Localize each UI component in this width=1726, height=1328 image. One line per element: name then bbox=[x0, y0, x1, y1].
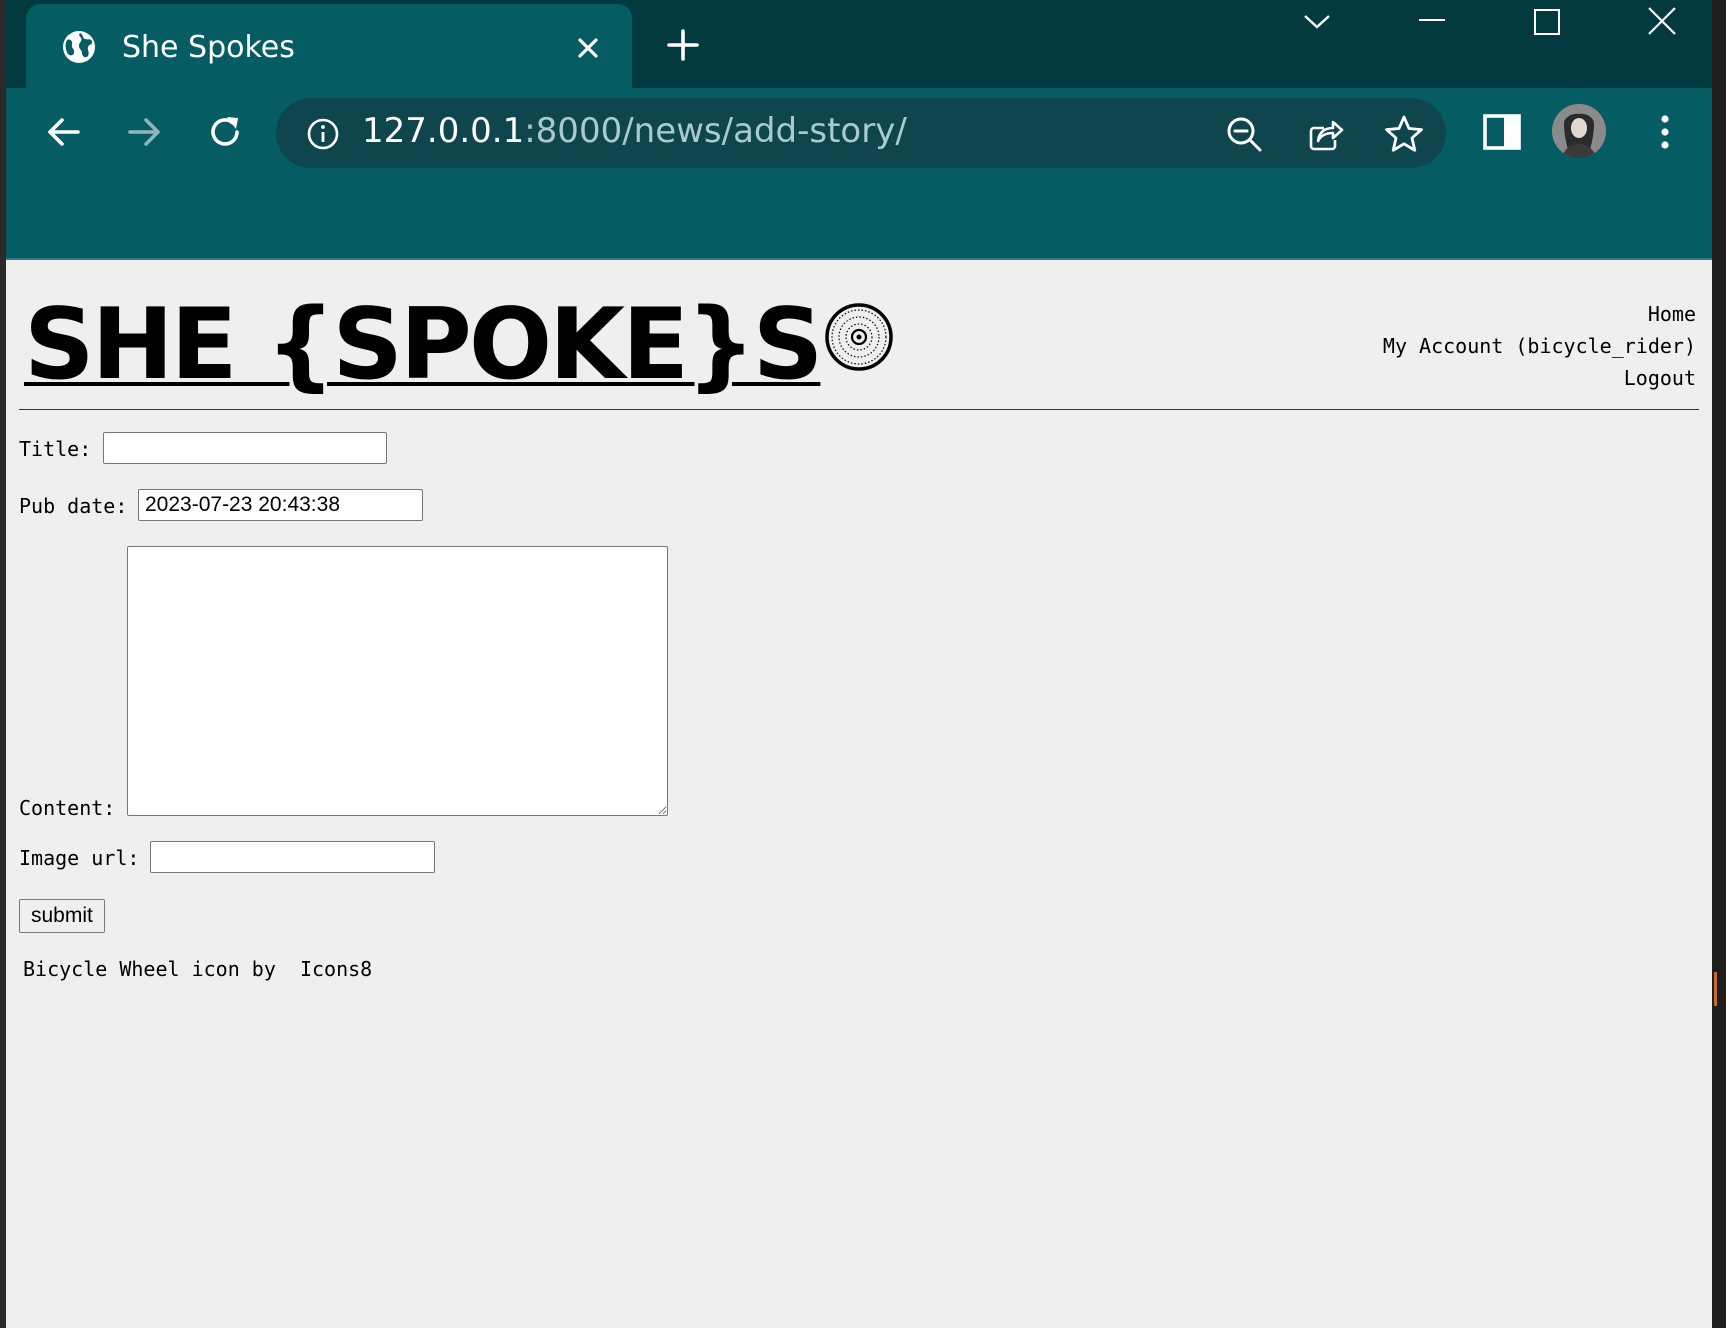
browser-tab[interactable]: She Spokes bbox=[26, 4, 632, 88]
info-icon[interactable] bbox=[306, 117, 340, 151]
new-tab-icon[interactable] bbox=[666, 28, 700, 62]
icons8-link[interactable]: Icons8 bbox=[300, 957, 372, 981]
image-url-input[interactable] bbox=[150, 841, 435, 873]
icon-credit: Bicycle Wheel icon by Icons8 bbox=[23, 957, 372, 981]
image-url-label: Image url: bbox=[19, 846, 140, 870]
url-path: :8000/news/add-story/ bbox=[524, 111, 907, 151]
zoom-icon[interactable] bbox=[1224, 114, 1264, 154]
browser-window: She Spokes 127.0.0.1:8000/news/add-story… bbox=[6, 0, 1712, 1328]
avatar[interactable] bbox=[1552, 104, 1606, 158]
browser-toolbar: 127.0.0.1:8000/news/add-story/ bbox=[6, 88, 1712, 260]
nav-account-link[interactable]: My Account (bicycle_rider) bbox=[1383, 330, 1696, 362]
chevron-down-icon[interactable] bbox=[1297, 4, 1337, 40]
title-label: Title: bbox=[19, 437, 92, 461]
pub-date-label: Pub date: bbox=[19, 494, 128, 518]
globe-icon bbox=[63, 31, 95, 63]
pub-date-input[interactable] bbox=[138, 489, 423, 521]
bicycle-wheel-icon bbox=[825, 303, 893, 371]
reload-icon[interactable] bbox=[203, 110, 247, 154]
background-window-edge bbox=[1712, 0, 1726, 1328]
site-logo-link[interactable]: SHE {SPOKE}S bbox=[24, 288, 823, 402]
back-icon[interactable] bbox=[42, 110, 86, 154]
content-label: Content: bbox=[19, 796, 116, 820]
content-textarea[interactable] bbox=[127, 546, 668, 816]
menu-icon[interactable] bbox=[1643, 110, 1687, 154]
maximize-icon[interactable] bbox=[1527, 4, 1567, 40]
url-host: 127.0.0.1 bbox=[362, 111, 525, 151]
nav-home-link[interactable]: Home bbox=[1383, 298, 1696, 330]
submit-button[interactable]: submit bbox=[19, 899, 105, 933]
tab-close-icon[interactable] bbox=[574, 34, 602, 62]
title-bar: She Spokes bbox=[6, 0, 1712, 88]
tab-title: She Spokes bbox=[122, 30, 295, 65]
share-icon[interactable] bbox=[1304, 114, 1344, 154]
minimize-icon[interactable] bbox=[1412, 4, 1452, 40]
header-divider bbox=[19, 409, 1699, 410]
site-nav: Home My Account (bicycle_rider) Logout bbox=[1383, 298, 1696, 394]
edge-accent bbox=[1714, 972, 1717, 1006]
url-text[interactable]: 127.0.0.1:8000/news/add-story/ bbox=[362, 111, 907, 151]
star-icon[interactable] bbox=[1384, 114, 1424, 154]
sidepanel-icon[interactable] bbox=[1480, 110, 1524, 154]
forward-icon[interactable] bbox=[122, 110, 166, 154]
credit-text: Bicycle Wheel icon by bbox=[23, 957, 288, 981]
web-page: SHE {SPOKE}S Home My Account (bicycle_ri… bbox=[6, 260, 1712, 1328]
nav-logout-link[interactable]: Logout bbox=[1383, 362, 1696, 394]
title-input[interactable] bbox=[103, 432, 387, 464]
profile-photo-icon bbox=[1552, 104, 1606, 158]
address-bar[interactable]: 127.0.0.1:8000/news/add-story/ bbox=[276, 98, 1446, 168]
close-icon[interactable] bbox=[1642, 4, 1682, 40]
